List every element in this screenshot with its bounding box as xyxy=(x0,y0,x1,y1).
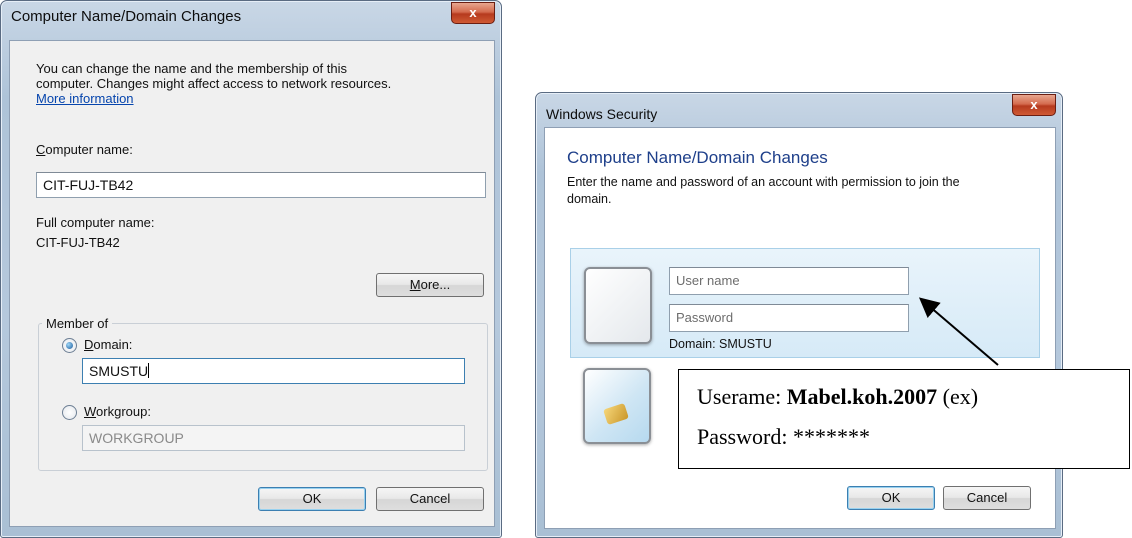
workgroup-label: Workgroup: xyxy=(84,404,151,419)
more-button[interactable]: More... xyxy=(376,273,484,297)
smartcard-chip xyxy=(603,402,629,426)
domain-input[interactable]: SMUSTU xyxy=(82,358,465,384)
smartcard-icon[interactable] xyxy=(583,368,651,444)
dialog-title: Computer Name/Domain Changes xyxy=(11,8,242,25)
workgroup-label-text: orkgroup: xyxy=(96,404,151,419)
text-cursor xyxy=(148,363,150,378)
annotation-username-prefix: Userame: xyxy=(697,384,787,409)
domain-label-text: omain: xyxy=(93,337,133,352)
computer-name-accel: C xyxy=(36,142,46,157)
annotation-username-suffix: (ex) xyxy=(937,384,979,409)
domain-label: Domain: xyxy=(84,337,132,352)
computer-name-input[interactable]: CIT-FUJ-TB42 xyxy=(36,172,486,198)
cancel-button[interactable]: Cancel xyxy=(376,487,484,511)
workgroup-radio[interactable] xyxy=(62,405,77,420)
domain-accel: D xyxy=(84,337,94,352)
computer-name-label: Computer name: xyxy=(36,142,133,157)
more-button-label: ore... xyxy=(420,277,451,292)
more-button-accel: M xyxy=(409,277,421,292)
domain-radio[interactable] xyxy=(62,338,77,353)
user-picture xyxy=(584,267,652,344)
computer-name-dialog: Computer Name/Domain Changes x You can c… xyxy=(0,0,502,538)
annotation-password-line: Password: ******* xyxy=(697,424,870,449)
workgroup-accel: W xyxy=(84,404,97,419)
dialog-body: You can change the name and the membersh… xyxy=(9,40,495,527)
more-information-link[interactable]: More information xyxy=(36,91,134,106)
member-of-label: Member of xyxy=(42,316,113,331)
password-input[interactable]: Password xyxy=(669,304,909,332)
description-line-2: domain. xyxy=(567,192,612,206)
intro-text-line-2: computer. Changes might affect access to… xyxy=(36,76,392,91)
computer-name-label-text: omputer name: xyxy=(45,142,133,157)
annotation-username-value: Mabel.koh.2007 xyxy=(786,384,938,409)
domain-text: Domain: SMUSTU xyxy=(669,337,772,351)
ok-button[interactable]: OK xyxy=(258,487,366,511)
credential-tile[interactable]: User name Password Domain: SMUSTU xyxy=(570,248,1040,358)
ok-button[interactable]: OK xyxy=(847,486,935,510)
workgroup-input: WORKGROUP xyxy=(82,425,465,451)
credentials-annotation: Userame: Mabel.koh.2007 (ex) Password: *… xyxy=(678,369,1130,469)
full-computer-name-label: Full computer name: xyxy=(36,215,155,230)
close-button[interactable]: x xyxy=(1012,94,1056,116)
dialog-title: Windows Security xyxy=(546,106,658,122)
username-input[interactable]: User name xyxy=(669,267,909,295)
annotation-username-line: Userame: Mabel.koh.2007 (ex) xyxy=(697,384,978,410)
windows-security-dialog: Windows Security x Computer Name/Domain … xyxy=(535,92,1063,538)
cancel-button[interactable]: Cancel xyxy=(943,486,1031,510)
dialog-heading: Computer Name/Domain Changes xyxy=(567,148,828,167)
title-bar[interactable]: Computer Name/Domain Changes x xyxy=(1,1,501,31)
domain-input-value: SMUSTU xyxy=(89,363,149,379)
intro-text-line-1: You can change the name and the membersh… xyxy=(36,61,348,76)
description-line-1: Enter the name and password of an accoun… xyxy=(567,175,960,189)
title-bar[interactable]: Windows Security x xyxy=(536,93,1062,123)
full-computer-name-value: CIT-FUJ-TB42 xyxy=(36,235,120,250)
close-button[interactable]: x xyxy=(451,2,495,24)
